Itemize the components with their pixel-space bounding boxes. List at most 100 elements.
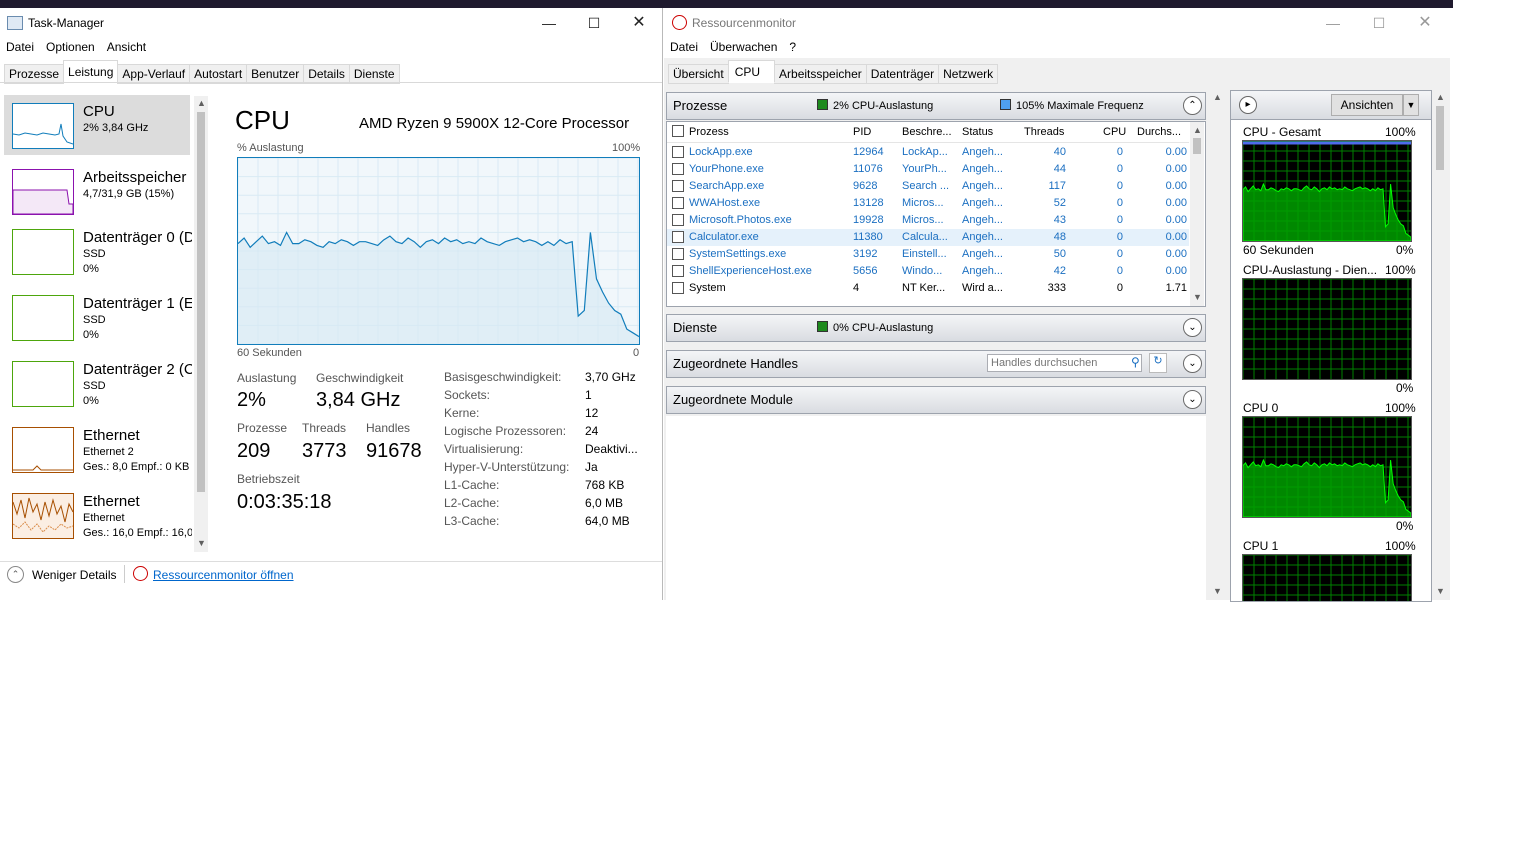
table-cell: Einstell...	[902, 248, 947, 260]
row-checkbox[interactable]	[672, 231, 684, 243]
chevron-right-icon[interactable]: ▸	[1239, 96, 1257, 114]
row-checkbox[interactable]	[672, 180, 684, 192]
tab-autostart[interactable]: Autostart	[189, 64, 248, 84]
row-checkbox[interactable]	[672, 248, 684, 260]
select-all-checkbox[interactable]	[672, 125, 684, 137]
sidebar-item-memory[interactable]: Arbeitsspeicher 4,7/31,9 GB (15%)	[4, 161, 190, 221]
expand-chevron-icon[interactable]: ⌄	[1183, 354, 1202, 373]
scroll-down-icon[interactable]: ▼	[1193, 292, 1202, 302]
col-pid[interactable]: PID	[853, 126, 871, 138]
tab-app-verlauf[interactable]: App-Verlauf	[117, 64, 191, 84]
resmon-maximize-button[interactable]: ☐	[1356, 8, 1402, 38]
col-cpu[interactable]: CPU	[1103, 126, 1126, 138]
handles-search-input[interactable]	[987, 354, 1142, 372]
tab-dienste[interactable]: Dienste	[348, 64, 400, 84]
sidebar-item-disk0[interactable]: Datenträger 0 (D SSD 0%	[4, 221, 192, 281]
sidebar-sub: Ethernet	[83, 512, 125, 524]
expand-chevron-icon[interactable]: ⌄	[1183, 318, 1202, 337]
modules-section-header[interactable]: Zugeordnete Module ⌄	[666, 386, 1206, 414]
table-cell: 13128	[853, 197, 884, 209]
refresh-icon[interactable]: ↻	[1149, 353, 1167, 373]
views-button[interactable]: Ansichten	[1331, 94, 1403, 116]
open-resource-monitor-link[interactable]: Ressourcenmonitor öffnen	[153, 568, 294, 582]
row-checkbox[interactable]	[672, 163, 684, 175]
task-manager-footer: ⌃ Weniger Details Ressourcenmonitor öffn…	[0, 561, 662, 600]
collapse-up-icon[interactable]: ⌃	[7, 566, 24, 583]
graph-max: 100%	[1385, 401, 1416, 415]
scroll-up-icon[interactable]: ▲	[1436, 92, 1445, 102]
resmon-menu-ueberwachen[interactable]: Überwachen	[704, 38, 783, 56]
row-checkbox[interactable]	[672, 146, 684, 158]
tab-details[interactable]: Details	[303, 64, 350, 84]
cpu-model: AMD Ryzen 9 5900X 12-Core Processor	[359, 115, 630, 132]
table-row[interactable]: Microsoft.Photos.exe 19928 Micros... Angeh.…	[667, 212, 1189, 229]
menu-datei[interactable]: Datei	[0, 38, 40, 56]
sidebar-item-disk2[interactable]: Datenträger 2 (C SSD 0%	[4, 353, 192, 413]
scroll-up-icon[interactable]: ▲	[1213, 92, 1222, 102]
scroll-down-icon[interactable]: ▼	[1213, 586, 1222, 596]
tab-cpu[interactable]: CPU	[727, 60, 776, 83]
table-row[interactable]: LockApp.exe 12964 LockAp... Angeh... 40 0 0.00	[667, 144, 1189, 161]
table-row[interactable]: ShellExperienceHost.exe 5656 Windo... Angeh…	[667, 263, 1189, 280]
table-row[interactable]: SearchApp.exe 9628 Search ... Angeh... 117 0 0…	[667, 178, 1189, 195]
resmon-close-button[interactable]: ✕	[1402, 8, 1448, 38]
resmon-menu-datei[interactable]: Datei	[664, 38, 704, 56]
scroll-up-icon[interactable]: ▲	[197, 98, 206, 108]
menu-optionen[interactable]: Optionen	[40, 38, 101, 56]
tab-uebersicht[interactable]: Übersicht	[668, 64, 729, 84]
sidebar-item-ethernet2[interactable]: Ethernet Ethernet 2 Ges.: 8,0 Empf.: 0 K…	[4, 419, 190, 479]
table-cell: Angeh...	[962, 248, 1003, 260]
resmon-minimize-button[interactable]: —	[1310, 8, 1356, 38]
table-row[interactable]: YourPhone.exe 11076 YourPh... Angeh... 44 0 0.…	[667, 161, 1189, 178]
scrollbar-thumb[interactable]	[1436, 106, 1444, 170]
task-manager-titlebar[interactable]: Task-Manager — ☐ ✕	[0, 8, 662, 38]
tab-netzwerk[interactable]: Netzwerk	[938, 64, 999, 84]
collapse-chevron-icon[interactable]: ⌃	[1183, 96, 1202, 115]
col-threads[interactable]: Threads	[1024, 126, 1064, 138]
views-dropdown-icon[interactable]: ▼	[1403, 94, 1419, 116]
table-row[interactable]: WWAHost.exe 13128 Micros... Angeh... 52 0 0.00	[667, 195, 1189, 212]
table-cell: 0	[1116, 146, 1123, 158]
maximize-button[interactable]: ☐	[571, 8, 617, 38]
fewer-details-link[interactable]: Weniger Details	[32, 568, 116, 582]
tab-prozesse[interactable]: Prozesse	[4, 64, 65, 84]
sidebar-item-cpu[interactable]: CPU 2% 3,84 GHz	[4, 95, 190, 155]
tab-leistung[interactable]: Leistung	[63, 60, 119, 83]
scroll-down-icon[interactable]: ▼	[197, 538, 206, 548]
tab-arbeitsspeicher[interactable]: Arbeitsspeicher	[774, 64, 867, 84]
handles-section-header[interactable]: Zugeordnete Handles ⚲ ↻ ⌄	[666, 350, 1206, 378]
col-beschreibung[interactable]: Beschre...	[902, 126, 952, 138]
left-pane-scrollbar[interactable]: ▲ ▼	[1210, 90, 1224, 600]
menu-ansicht[interactable]: Ansicht	[101, 38, 152, 56]
resmon-menu-help[interactable]: ?	[783, 38, 802, 56]
table-row[interactable]: SystemSettings.exe 3192 Einstell... Angeh..…	[667, 246, 1189, 263]
col-durchschnitt[interactable]: Durchs...	[1137, 126, 1181, 138]
scroll-down-icon[interactable]: ▼	[1436, 586, 1445, 596]
close-button[interactable]: ✕	[616, 8, 662, 38]
tab-datentraeger[interactable]: Datenträger	[865, 64, 940, 84]
processes-section-header[interactable]: Prozesse 2% CPU-Auslastung 105% Maximale…	[666, 92, 1206, 120]
table-row[interactable]: System 4 NT Ker... Wird a... 333 0 1.71	[667, 280, 1189, 297]
row-checkbox[interactable]	[672, 197, 684, 209]
sidebar-scrollbar[interactable]: ▲ ▼	[194, 96, 208, 552]
scrollbar-thumb[interactable]	[1193, 138, 1201, 154]
col-prozess[interactable]: Prozess	[689, 126, 729, 138]
services-section-header[interactable]: Dienste 0% CPU-Auslastung ⌄	[666, 314, 1206, 342]
expand-chevron-icon[interactable]: ⌄	[1183, 390, 1202, 409]
resmon-titlebar[interactable]: Ressourcenmonitor — ☐ ✕	[664, 8, 1450, 38]
processes-scrollbar[interactable]: ▲ ▼	[1190, 122, 1204, 306]
col-status[interactable]: Status	[962, 126, 993, 138]
scrollbar-thumb[interactable]	[197, 112, 205, 492]
usage-legend-icon	[817, 99, 828, 110]
row-checkbox[interactable]	[672, 282, 684, 294]
table-row[interactable]: Calculator.exe 11380 Calcula... Angeh... 48 0…	[667, 229, 1189, 246]
row-checkbox[interactable]	[672, 265, 684, 277]
tab-benutzer[interactable]: Benutzer	[246, 64, 305, 84]
scroll-up-icon[interactable]: ▲	[1193, 125, 1202, 135]
row-checkbox[interactable]	[672, 214, 684, 226]
minimize-button[interactable]: —	[526, 8, 572, 38]
graph-panel-scrollbar[interactable]: ▲ ▼	[1432, 90, 1448, 600]
search-icon[interactable]: ⚲	[1131, 355, 1140, 369]
sidebar-item-ethernet[interactable]: Ethernet Ethernet Ges.: 16,0 Empf.: 16,0	[4, 485, 192, 545]
sidebar-item-disk1[interactable]: Datenträger 1 (E SSD 0%	[4, 287, 192, 347]
